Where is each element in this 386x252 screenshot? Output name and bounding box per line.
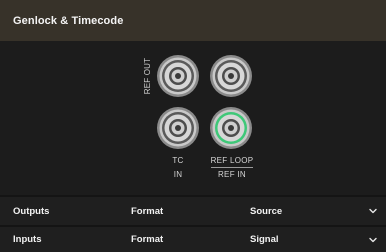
ref-in-connector[interactable] bbox=[209, 106, 253, 150]
ref-out-connector-1[interactable] bbox=[156, 54, 200, 98]
chevron-down-icon[interactable] bbox=[367, 205, 379, 217]
bnc-connector-icon bbox=[157, 55, 199, 97]
outputs-label: Outputs bbox=[13, 205, 50, 217]
bnc-connector-active-icon bbox=[210, 107, 252, 149]
ref-out-connector-2[interactable] bbox=[209, 54, 253, 98]
genlock-timecode-panel: Genlock & Timecode REF OUT TC IN REF LOO… bbox=[0, 0, 386, 252]
connector-panel: REF OUT TC IN REF LOOP REF IN bbox=[0, 41, 386, 195]
inputs-label: Inputs bbox=[13, 234, 42, 245]
label-divider bbox=[211, 167, 253, 168]
inputs-signal-label: Signal bbox=[250, 234, 279, 245]
tc-label: TC bbox=[172, 156, 184, 165]
outputs-format-label: Format bbox=[131, 205, 164, 217]
inputs-format-label: Format bbox=[131, 234, 164, 245]
section-header: Genlock & Timecode bbox=[0, 0, 386, 41]
tc-in-connector[interactable] bbox=[156, 106, 200, 150]
bnc-connector-icon bbox=[157, 107, 199, 149]
bnc-connector-icon bbox=[210, 55, 252, 97]
in-label: IN bbox=[173, 170, 183, 179]
ref-loop-label: REF LOOP bbox=[210, 156, 254, 165]
outputs-source-label: Source bbox=[250, 205, 283, 217]
ref-in-label: REF IN bbox=[217, 170, 247, 179]
outputs-row[interactable]: Outputs Format Source bbox=[0, 197, 386, 225]
chevron-down-icon[interactable] bbox=[367, 234, 379, 246]
ref-out-label: REF OUT bbox=[143, 57, 152, 95]
section-title: Genlock & Timecode bbox=[13, 14, 124, 27]
inputs-row[interactable]: Inputs Format Signal bbox=[0, 227, 386, 252]
